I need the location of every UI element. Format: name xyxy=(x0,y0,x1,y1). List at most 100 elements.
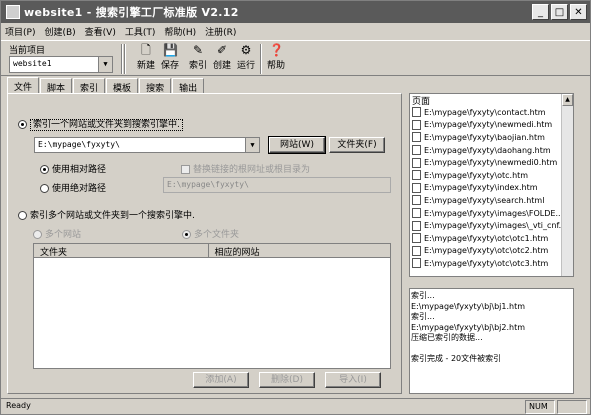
file-icon xyxy=(412,208,421,219)
folder-button[interactable]: 文件夹(F) xyxy=(329,137,385,153)
list-item-label: E:\mypage\fyxyty\baojian.htm xyxy=(424,132,545,142)
website-button[interactable]: 网站(W) xyxy=(268,136,326,154)
pages-list-header: 页面 xyxy=(410,94,573,107)
list-item[interactable]: E:\mypage\fyxyty\daohang.htm xyxy=(410,144,573,157)
relative-path-label: 使用相对路径 xyxy=(52,165,107,175)
option-single-row[interactable]: 索引一个网站或文件夹到搜索引擎中. xyxy=(18,117,183,131)
relative-path-radio[interactable] xyxy=(40,165,49,174)
run-icon: ⚙ xyxy=(240,43,252,57)
list-item[interactable]: E:\mypage\fyxyty\otc\otc1.htm xyxy=(410,232,573,245)
multi-folders-row[interactable]: 多个文件夹 xyxy=(182,227,239,240)
list-item[interactable]: E:\mypage\fyxyty\otc\otc2.htm xyxy=(410,245,573,258)
index-button[interactable]: ✎ 索引 xyxy=(186,43,210,71)
column-header-folder[interactable]: 文件夹 xyxy=(34,244,209,258)
tab-script[interactable]: 脚本 xyxy=(40,78,73,94)
help-icon: ❓ xyxy=(269,43,284,57)
project-select-value: website1 xyxy=(13,59,52,68)
log-line: 索引... xyxy=(411,312,435,321)
create-button[interactable]: ✐ 创建 xyxy=(210,43,234,71)
tab-template[interactable]: 模板 xyxy=(106,78,139,94)
pages-list[interactable]: 页面 E:\mypage\fyxyty\contact.htm E:\mypag… xyxy=(409,93,574,277)
delete-button[interactable]: 删除(D) xyxy=(259,372,315,388)
option-multi-label: 索引多个网站或文件夹到一个搜索引擎中. xyxy=(30,211,195,221)
list-item[interactable]: E:\mypage\fyxyty\otc\otc3.htm xyxy=(410,257,573,270)
list-item[interactable]: E:\mypage\fyxyty\images\_vti_cnf... xyxy=(410,219,573,232)
replace-root-checkbox[interactable] xyxy=(181,165,190,174)
list-item-label: E:\mypage\fyxyty\index.htm xyxy=(424,183,538,193)
menu-help[interactable]: 帮助(H) xyxy=(164,25,196,38)
column-header-site[interactable]: 相应的网站 xyxy=(209,244,390,258)
create-label: 创建 xyxy=(212,61,231,71)
new-button[interactable]: 🗋 新建 xyxy=(134,43,158,71)
option-single-radio[interactable] xyxy=(18,120,27,129)
file-icon xyxy=(412,245,421,256)
save-button[interactable]: 💾 保存 xyxy=(158,43,182,71)
list-item-label: E:\mypage\fyxyty\otc\otc1.htm xyxy=(424,233,549,243)
list-item-label: E:\mypage\fyxyty\images\FOLDE... xyxy=(424,208,564,218)
chevron-down-icon: ▼ xyxy=(98,57,112,72)
folder-site-table[interactable]: 文件夹 相应的网站 xyxy=(33,243,391,369)
close-icon: ✕ xyxy=(574,6,583,18)
project-select[interactable]: website1 ▼ xyxy=(9,56,113,73)
replace-root-label: 替换链接的根网址或根目录为 xyxy=(193,165,311,175)
list-item-label: E:\mypage\fyxyty\newmedi0.htm xyxy=(424,158,558,168)
index-icon: ✎ xyxy=(192,43,204,57)
toolbar-separator xyxy=(121,44,123,74)
import-button[interactable]: 导入(I) xyxy=(325,372,381,388)
status-bar: Ready NUM xyxy=(1,398,590,414)
menu-tools[interactable]: 工具(T) xyxy=(125,25,156,38)
list-item[interactable]: E:\mypage\fyxyty\newmedi.htm xyxy=(410,119,573,132)
list-item[interactable]: E:\mypage\fyxyty\otc.htm xyxy=(410,169,573,182)
maximize-button[interactable]: □ xyxy=(551,4,568,20)
absolute-path-row[interactable]: 使用绝对路径 xyxy=(40,181,106,194)
multi-sites-radio[interactable] xyxy=(33,230,42,239)
file-icon xyxy=(412,145,421,156)
list-item[interactable]: E:\mypage\fyxyty\newmedi0.htm xyxy=(410,156,573,169)
pages-scrollbar[interactable]: ▲ xyxy=(561,94,573,276)
menu-build[interactable]: 创建(B) xyxy=(44,25,75,38)
root-path-field[interactable]: E:\mypage\fyxyty\ xyxy=(163,177,391,193)
menu-view[interactable]: 查看(V) xyxy=(85,25,116,38)
log-line: 索引... xyxy=(411,291,435,300)
list-item[interactable]: E:\mypage\fyxyty\images\FOLDE... xyxy=(410,207,573,220)
menu-project[interactable]: 项目(P) xyxy=(5,25,35,38)
maximize-icon: □ xyxy=(554,6,565,18)
log-line: 索引完成 - 20文件被索引 xyxy=(411,354,502,363)
tab-search[interactable]: 搜索 xyxy=(139,78,172,94)
list-item[interactable]: E:\mypage\fyxyty\baojian.htm xyxy=(410,131,573,144)
tab-file[interactable]: 文件 xyxy=(7,77,40,93)
file-icon xyxy=(412,170,421,181)
run-button[interactable]: ⚙ 运行 xyxy=(234,43,258,71)
minimize-button[interactable]: _ xyxy=(532,4,549,20)
help-button[interactable]: ❓ 帮助 xyxy=(264,43,288,71)
option-multi-radio[interactable] xyxy=(18,211,27,220)
option-multi-row[interactable]: 索引多个网站或文件夹到一个搜索引擎中. xyxy=(18,208,195,221)
tab-output[interactable]: 输出 xyxy=(172,78,205,94)
log-line: E:\mypage\fyxyty\bj\bj1.htm xyxy=(411,301,526,311)
path-combo[interactable]: E:\mypage\fyxyty\ ▼ xyxy=(34,137,260,153)
multi-sites-row[interactable]: 多个网站 xyxy=(33,227,81,240)
save-icon: 💾 xyxy=(163,43,178,57)
menu-bar: 项目(P) 创建(B) 查看(V) 工具(T) 帮助(H) 注册(R) xyxy=(1,23,590,40)
menu-register[interactable]: 注册(R) xyxy=(205,25,236,38)
log-line: 压缩已索引的数据... xyxy=(411,333,483,342)
close-button[interactable]: ✕ xyxy=(570,4,587,20)
relative-path-row[interactable]: 使用相对路径 xyxy=(40,162,106,175)
list-item[interactable]: E:\mypage\fyxyty\index.htm xyxy=(410,182,573,195)
absolute-path-radio[interactable] xyxy=(40,184,49,193)
chevron-down-icon: ▼ xyxy=(245,138,259,152)
status-text: Ready xyxy=(6,401,31,410)
status-num: NUM xyxy=(525,400,555,414)
list-item-label: E:\mypage\fyxyty\otc\otc2.htm xyxy=(424,246,549,256)
file-icon xyxy=(412,220,421,231)
file-icon xyxy=(412,119,421,130)
list-item[interactable]: E:\mypage\fyxyty\search.html xyxy=(410,194,573,207)
scroll-up-icon[interactable]: ▲ xyxy=(562,94,573,106)
multi-folders-radio[interactable] xyxy=(182,230,191,239)
toolbar-separator xyxy=(124,44,126,74)
tab-index[interactable]: 索引 xyxy=(73,78,106,94)
replace-root-row[interactable]: 替换链接的根网址或根目录为 xyxy=(181,162,310,175)
add-button[interactable]: 添加(A) xyxy=(193,372,249,388)
file-icon xyxy=(412,157,421,168)
list-item[interactable]: E:\mypage\fyxyty\contact.htm xyxy=(410,106,573,119)
